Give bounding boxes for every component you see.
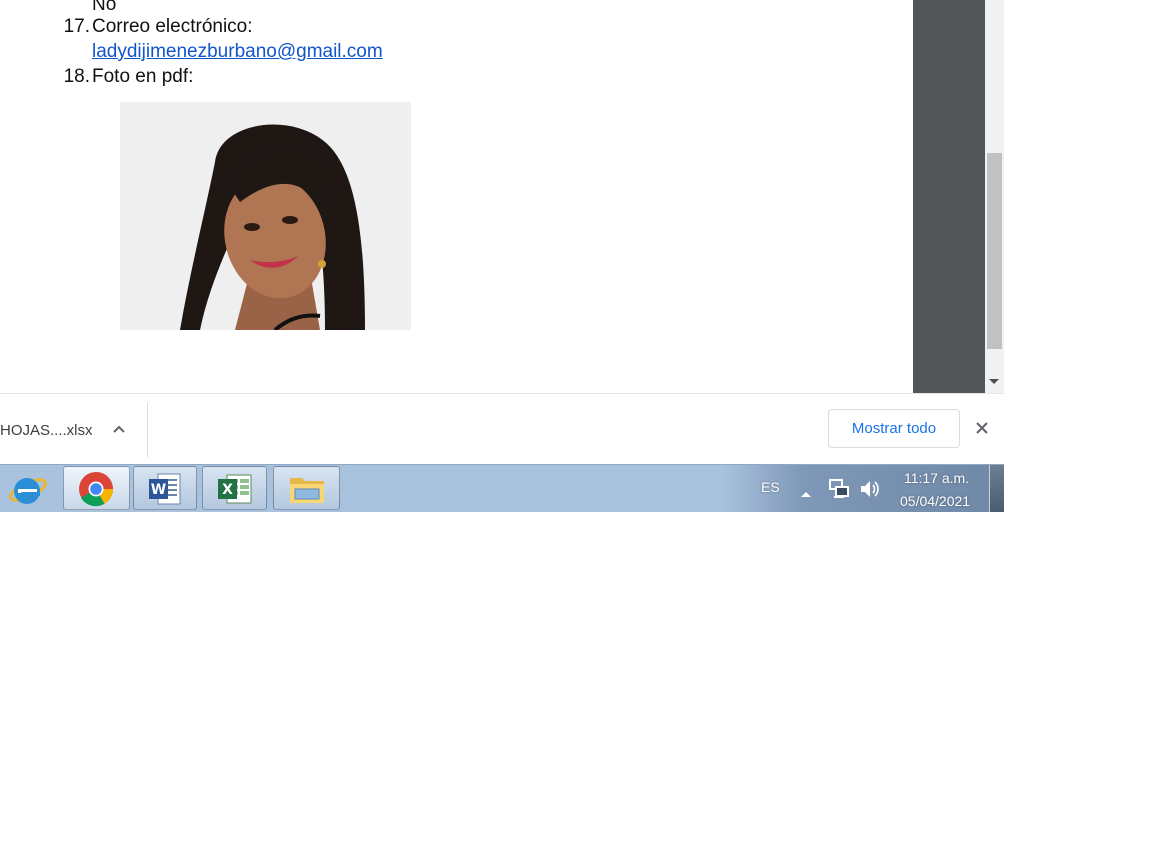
pdf-page: No 17. Correo electrónico: ladydijimenez…	[0, 0, 913, 393]
taskbar-internet-explorer[interactable]	[0, 466, 58, 510]
download-bar: HOJAS....xlsx Mostrar todo	[0, 393, 1004, 464]
taskbar-excel[interactable]: X	[202, 466, 267, 510]
show-hidden-icons-icon[interactable]	[800, 485, 812, 503]
pdf-viewer: No 17. Correo electrónico: ladydijimenez…	[0, 0, 1004, 393]
photo-label: Foto en pdf:	[92, 66, 194, 87]
clock-time[interactable]: 11:17 a.m.	[904, 470, 969, 486]
item-number-17: 17.	[63, 16, 90, 37]
taskbar-word[interactable]: W	[133, 466, 197, 510]
item-number-18: 18.	[63, 66, 90, 87]
taskbar-chrome[interactable]	[63, 466, 130, 510]
viewer-side-panel	[913, 0, 985, 393]
email-link[interactable]: ladydijimenezburbano@gmail.com	[92, 41, 383, 63]
email-label: Correo electrónico:	[92, 16, 253, 37]
screen: No 17. Correo electrónico: ladydijimenez…	[0, 0, 1004, 512]
scroll-down-arrow-icon[interactable]	[989, 379, 999, 384]
scrollbar-thumb[interactable]	[987, 153, 1002, 349]
file-explorer-icon	[290, 478, 324, 503]
vertical-scrollbar[interactable]	[985, 0, 1004, 393]
language-indicator[interactable]: ES	[761, 479, 780, 495]
word-icon: W	[149, 473, 181, 505]
show-desktop-button[interactable]	[989, 465, 1004, 512]
svg-text:X: X	[222, 482, 233, 498]
network-icon[interactable]	[828, 478, 850, 505]
taskbar: W X ES 11:17 a.m. 05/04/2021	[0, 464, 1004, 512]
internet-explorer-icon	[9, 478, 47, 504]
clock-date[interactable]: 05/04/2021	[900, 493, 970, 509]
download-divider	[147, 403, 148, 457]
excel-icon: X	[218, 474, 252, 504]
previous-answer: No	[92, 0, 117, 15]
profile-photo	[120, 102, 411, 330]
chrome-icon	[79, 472, 113, 507]
show-all-button[interactable]: Mostrar todo	[828, 409, 960, 448]
chevron-up-icon[interactable]	[109, 421, 129, 441]
close-icon[interactable]	[971, 418, 993, 440]
taskbar-file-explorer[interactable]	[273, 466, 340, 510]
svg-text:W: W	[151, 482, 166, 498]
volume-icon[interactable]	[858, 478, 880, 505]
download-file-name[interactable]: HOJAS....xlsx	[0, 422, 93, 439]
